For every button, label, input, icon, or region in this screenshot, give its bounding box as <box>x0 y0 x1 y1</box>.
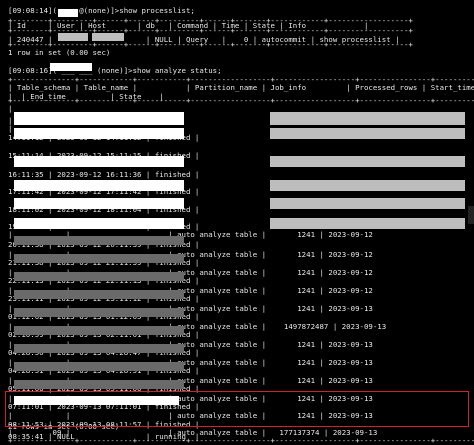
redaction-block <box>270 180 465 191</box>
terminal-line: [09:08:14]( ___ @(none)]>show processlis… <box>8 6 195 15</box>
terminal-line: +--------------+------------+-----------… <box>8 96 474 105</box>
redaction-block <box>14 156 184 167</box>
redaction-block <box>14 198 184 209</box>
terminal-line: 16:11:35 | 2023-09-12 16:11:36 | finishe… <box>8 170 200 179</box>
redaction-block <box>14 128 184 139</box>
redaction-block <box>270 198 465 209</box>
redaction-block <box>270 112 465 125</box>
redaction-block <box>14 254 184 263</box>
terminal-line: | <box>8 104 13 113</box>
redaction-block <box>14 380 184 389</box>
redaction-block <box>92 33 124 41</box>
terminal-line: | <box>8 124 13 133</box>
redaction-block <box>14 290 184 299</box>
redaction-block <box>58 33 88 41</box>
terminal-line: [09:08:16]( ___ ___ (none)]>show analyze… <box>8 66 222 75</box>
redaction-block <box>14 344 184 353</box>
redaction-block <box>14 362 184 371</box>
terminal-line: 1 row in set (0.00 sec) <box>8 48 111 57</box>
redaction-block <box>270 218 465 229</box>
redaction-block <box>14 218 184 229</box>
terminal-window[interactable]: [09:08:14]( ___ @(none)]>show processlis… <box>0 0 474 445</box>
terminal-line: | Table_schema | Table_name | | Partitio… <box>8 83 474 92</box>
highlight-box <box>5 391 469 427</box>
redaction-block <box>14 112 184 125</box>
redaction-block <box>270 128 465 139</box>
redaction-block <box>50 63 92 71</box>
redaction-block <box>14 308 184 317</box>
redaction-block <box>270 156 465 167</box>
redaction-block <box>14 272 184 281</box>
redaction-block <box>14 236 184 245</box>
scrollbar[interactable] <box>468 206 474 224</box>
redaction-block <box>58 9 78 17</box>
redaction-block <box>14 180 184 191</box>
redaction-block <box>14 326 184 335</box>
